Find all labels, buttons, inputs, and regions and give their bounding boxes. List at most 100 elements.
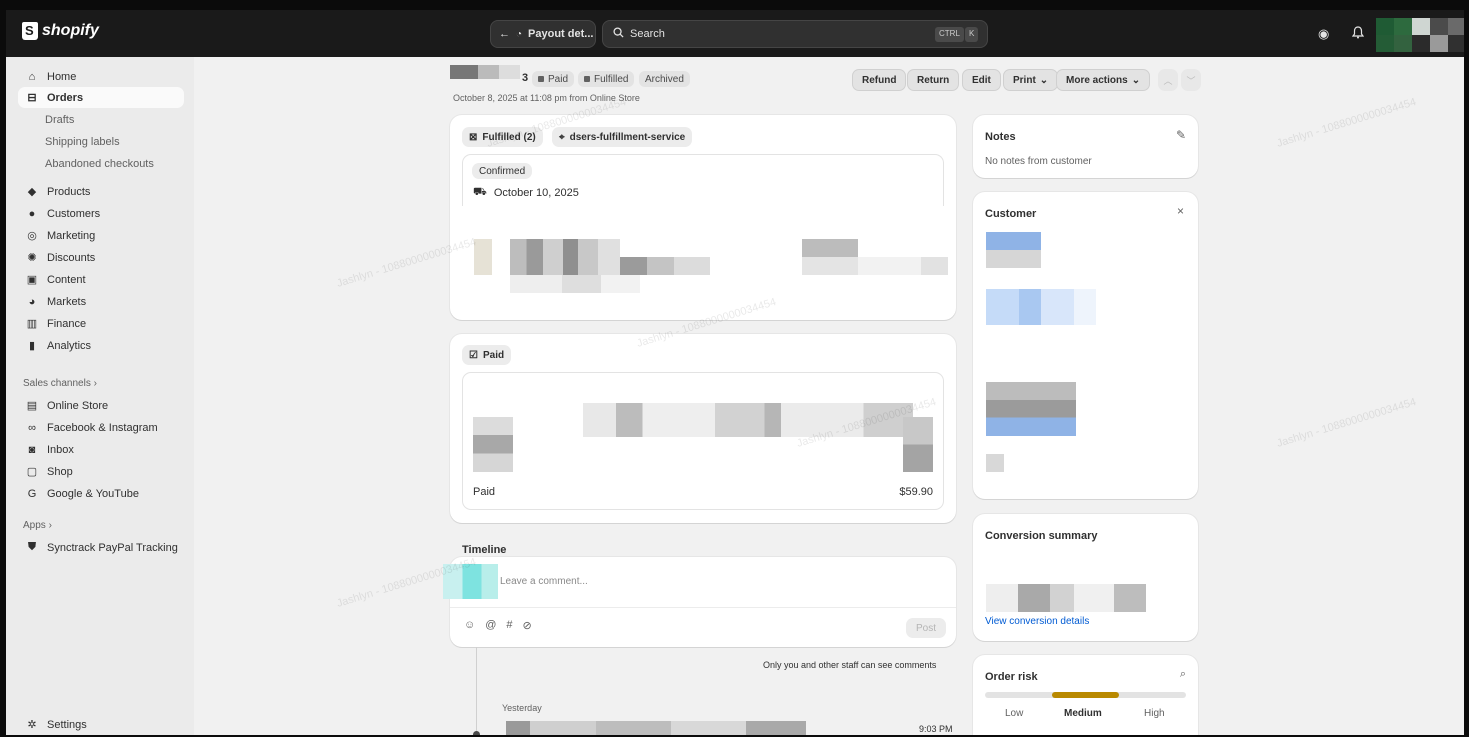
- sales-channels-heading[interactable]: Sales channels ›: [23, 378, 97, 389]
- sidebar-item-abandoned-checkouts[interactable]: Abandoned checkouts: [18, 153, 184, 174]
- sidebar-item-products[interactable]: ◆ Products: [18, 181, 184, 202]
- search-bar[interactable]: Search CTRL K: [602, 20, 988, 48]
- timeline-dot-icon: [473, 731, 480, 735]
- attachment-icon[interactable]: ⊘: [523, 619, 532, 632]
- pencil-icon[interactable]: ✎: [1176, 128, 1186, 142]
- sidebar-item-orders[interactable]: ⊟ Orders: [18, 87, 184, 108]
- shortcut-k: K: [965, 27, 979, 42]
- account-avatar[interactable]: [1376, 18, 1464, 52]
- sidebar-item-discounts[interactable]: ✺ Discounts: [18, 247, 184, 268]
- sidebar-item-marketing[interactable]: ◎ Marketing: [18, 225, 184, 246]
- sidebar-item-markets[interactable]: ◕ Markets: [18, 291, 184, 312]
- risk-meter-fill: [1052, 692, 1119, 698]
- fulfillment-status-badge: Fulfilled: [578, 71, 635, 87]
- previous-order-button[interactable]: ︿: [1158, 69, 1178, 91]
- risk-meter: [985, 692, 1186, 698]
- comment-tools: ☺ @ # ⊘: [464, 619, 532, 632]
- hashtag-icon[interactable]: #: [506, 619, 512, 632]
- product-variant-redacted: [620, 257, 710, 275]
- sidebar-item-shipping-labels[interactable]: Shipping labels: [18, 131, 184, 152]
- bell-icon[interactable]: [1351, 26, 1365, 42]
- mention-icon[interactable]: @: [485, 619, 496, 632]
- sidebar-item-content[interactable]: ▣ Content: [18, 269, 184, 290]
- staff-only-note: Only you and other staff can see comment…: [763, 660, 937, 670]
- sidebar-item-google-youtube[interactable]: G Google & YouTube: [18, 483, 184, 504]
- divider: [450, 607, 956, 608]
- sidebar-item-finance[interactable]: ▥ Finance: [18, 313, 184, 334]
- google-icon: G: [27, 487, 37, 500]
- back-label: Payout det...: [528, 28, 594, 40]
- notes-empty: No notes from customer: [985, 156, 1092, 167]
- bank-icon: ▥: [26, 318, 38, 330]
- timeline-title: Timeline: [462, 544, 507, 556]
- view-conversion-details-link[interactable]: View conversion details: [985, 616, 1089, 627]
- customer-card: Customer ×: [973, 192, 1198, 499]
- apps-heading[interactable]: Apps ›: [23, 520, 52, 531]
- shopify-logo[interactable]: shopify: [22, 22, 99, 40]
- price-redacted: [802, 239, 858, 275]
- sidebar-item-shop[interactable]: ▢ Shop: [18, 461, 184, 482]
- sidebar-item-inbox[interactable]: ◙ Inbox: [18, 439, 184, 460]
- risk-high-label: High: [1144, 708, 1165, 719]
- receipt-check-icon: ☑: [469, 349, 478, 361]
- sidebar-item-analytics[interactable]: ▮ Analytics: [18, 335, 184, 356]
- print-button[interactable]: Print ⌄: [1003, 69, 1059, 91]
- risk-medium-label: Medium: [1064, 708, 1102, 719]
- next-order-button[interactable]: ﹀: [1181, 69, 1201, 91]
- store-icon: ▤: [26, 400, 38, 412]
- globe-icon: ◕: [28, 295, 36, 308]
- timeline-event-redacted: [506, 721, 806, 735]
- person-icon: ●: [28, 207, 36, 220]
- post-button[interactable]: Post: [905, 618, 946, 638]
- tag-icon: ◆: [27, 186, 37, 198]
- chevron-right-icon: ›: [48, 520, 52, 531]
- confirmed-chip: Confirmed: [472, 163, 533, 179]
- emoji-icon[interactable]: ☺: [464, 619, 475, 632]
- product-image-redacted: [474, 239, 492, 275]
- sidebar-item-synctrack[interactable]: ⛊ Synctrack PayPal Tracking: [18, 537, 184, 558]
- more-actions-button[interactable]: More actions ⌄: [1056, 69, 1151, 91]
- sidekick-icon[interactable]: ◉: [1318, 26, 1329, 42]
- payment-status-badge: Paid: [532, 71, 575, 87]
- risk-analysis-icon[interactable]: ⌕: [1180, 668, 1186, 681]
- timeline-day-label: Yesterday: [502, 703, 542, 713]
- delivery-icon: ⛟: [473, 186, 487, 198]
- status-dot-icon: [538, 76, 544, 82]
- fulfillment-date: ⛟ October 10, 2025: [473, 186, 579, 199]
- content-icon: ▣: [26, 274, 38, 286]
- meta-icon: ∞: [28, 421, 36, 434]
- sidebar-item-home[interactable]: ⌂ Home: [18, 66, 184, 87]
- staff-avatar-redacted: [443, 564, 498, 599]
- brand-name: shopify: [42, 22, 99, 39]
- sidebar: ⌂ Home ⊟ Orders Drafts Shipping labels A…: [6, 57, 194, 735]
- sidebar-item-settings[interactable]: ✲ Settings: [18, 714, 184, 735]
- sidebar-item-facebook-instagram[interactable]: ∞ Facebook & Instagram: [18, 417, 184, 438]
- order-number-suffix: 3: [522, 72, 529, 84]
- discount-icon: ✺: [27, 252, 37, 264]
- chevron-down-icon: ﹀: [1186, 75, 1196, 86]
- return-button[interactable]: Return: [907, 69, 960, 91]
- fulfillment-card: ⊠ Fulfilled (2) ⌖ dsers-fulfillment-serv…: [450, 115, 956, 320]
- payment-summary: Paid $59.90: [462, 372, 944, 510]
- conversion-summary-card: Conversion summary View conversion detai…: [973, 514, 1198, 641]
- sidebar-item-drafts[interactable]: Drafts: [18, 109, 184, 130]
- edit-button[interactable]: Edit: [962, 69, 1001, 91]
- fulfilled-status-chip: ⊠ Fulfilled (2): [462, 127, 543, 147]
- comment-input[interactable]: Leave a comment...: [500, 576, 588, 587]
- payment-amounts-redacted: [583, 403, 913, 437]
- shortcut-ctrl: CTRL: [935, 27, 964, 42]
- timeline-event-time: 9:03 PM: [919, 724, 953, 734]
- sidebar-item-online-store[interactable]: ▤ Online Store: [18, 395, 184, 416]
- conversion-details-redacted: [986, 584, 1146, 612]
- gear-icon: ✲: [27, 719, 37, 731]
- sidebar-item-customers[interactable]: ● Customers: [18, 203, 184, 224]
- refund-button[interactable]: Refund: [852, 69, 907, 91]
- paid-label: Paid: [473, 486, 496, 498]
- back-to-payout-button[interactable]: ← ◔ Payout det...: [490, 20, 596, 48]
- chevron-down-icon: ⌄: [1039, 74, 1049, 86]
- timeline-line: [476, 647, 477, 735]
- main-content: 3 Paid Fulfilled Archived October 8, 202…: [194, 57, 1464, 735]
- product-sku-redacted: [510, 275, 640, 293]
- shop-icon: ▢: [26, 466, 38, 478]
- close-icon[interactable]: ×: [1177, 204, 1184, 218]
